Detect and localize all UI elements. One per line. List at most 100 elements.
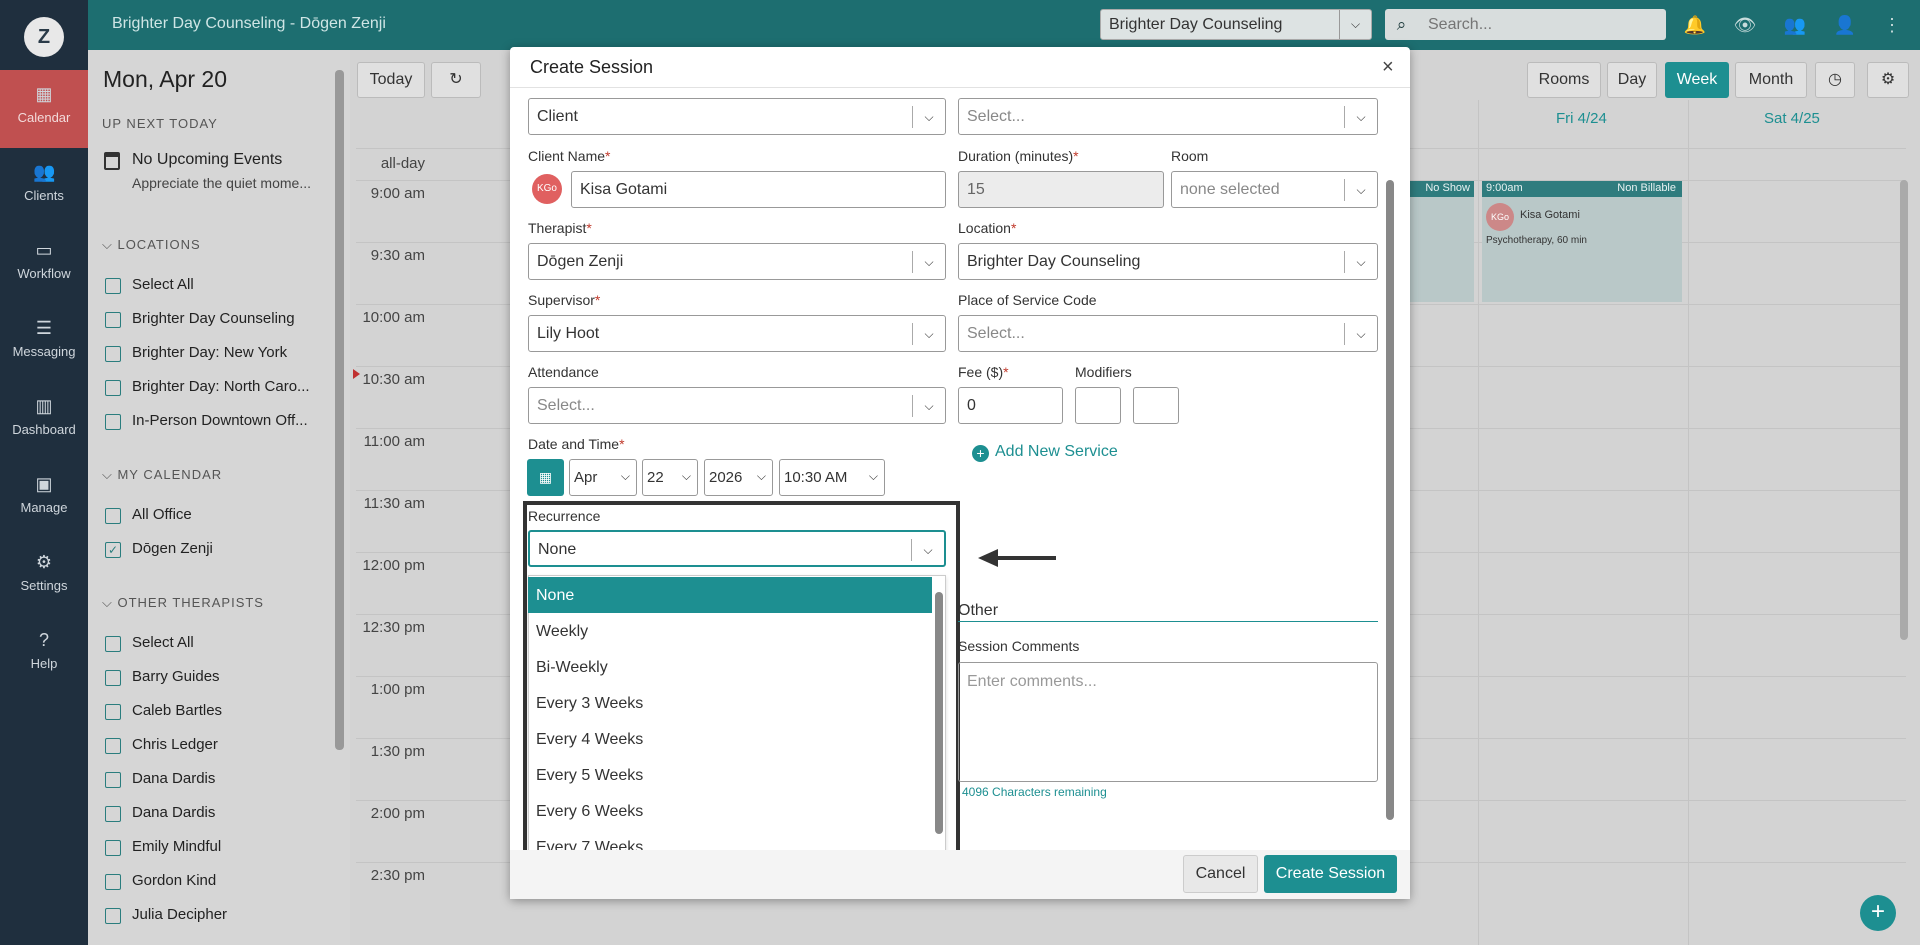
client-name-input[interactable]: Kisa Gotami bbox=[571, 171, 946, 208]
nav-calendar[interactable]: ▦ Calendar bbox=[0, 70, 88, 148]
calendar-icon bbox=[104, 152, 120, 170]
nav-clients[interactable]: 👥 Clients bbox=[0, 148, 88, 226]
fee-input[interactable]: 0 bbox=[958, 387, 1063, 424]
search-icon[interactable]: ⌕ bbox=[1385, 9, 1418, 40]
secondary-select[interactable]: Select... ⌵ bbox=[958, 98, 1378, 135]
pointer-arrow-icon bbox=[978, 549, 1056, 567]
calendar-icon[interactable]: ▦ bbox=[527, 459, 564, 496]
checkbox[interactable] bbox=[105, 414, 121, 430]
comments-textarea[interactable]: Enter comments... bbox=[958, 662, 1378, 782]
checkbox[interactable] bbox=[105, 840, 121, 856]
month-select[interactable]: Apr ⌵ bbox=[569, 459, 637, 496]
checkbox-checked[interactable]: ✓ bbox=[105, 542, 121, 558]
time-select[interactable]: 10:30 AM ⌵ bbox=[779, 459, 885, 496]
add-service-link[interactable]: + Add New Service bbox=[972, 443, 1118, 462]
divider bbox=[958, 621, 1378, 622]
gear-icon[interactable]: ⚙ bbox=[1867, 62, 1909, 98]
time-label: 10:00 am bbox=[362, 309, 425, 326]
recurrence-option[interactable]: None bbox=[528, 577, 932, 613]
modifier-input-1[interactable] bbox=[1075, 387, 1121, 424]
recurrence-option[interactable]: Every 3 Weeks bbox=[528, 685, 932, 721]
checkbox[interactable] bbox=[105, 806, 121, 822]
recurrence-option[interactable]: Weekly bbox=[528, 613, 932, 649]
day-select[interactable]: 22 ⌵ bbox=[642, 459, 698, 496]
checkbox[interactable] bbox=[105, 508, 121, 524]
chevron-down-icon: ⌵ bbox=[1339, 10, 1371, 39]
location-label: Location* bbox=[958, 220, 1017, 236]
nav-help[interactable]: ? Help bbox=[0, 616, 88, 694]
room-select[interactable]: none selected ⌵ bbox=[1171, 171, 1378, 208]
month-button[interactable]: Month bbox=[1735, 62, 1807, 98]
checkbox[interactable] bbox=[105, 908, 121, 924]
modifier-input-2[interactable] bbox=[1133, 387, 1179, 424]
refresh-icon[interactable]: ↻ bbox=[431, 62, 481, 98]
calendar-event[interactable]: 9:00am Non Billable KGo Kisa Gotami Psyc… bbox=[1482, 181, 1682, 302]
checkbox[interactable] bbox=[105, 346, 121, 362]
practice-select[interactable]: Brighter Day Counseling ⌵ bbox=[1100, 9, 1372, 40]
calendar-event[interactable]: No Show bbox=[1408, 181, 1474, 302]
group-icon[interactable]: 👥 bbox=[1783, 13, 1807, 37]
eye-icon[interactable]: 👁 bbox=[1733, 13, 1757, 37]
people-icon: 👥 bbox=[33, 162, 56, 182]
day-button[interactable]: Day bbox=[1607, 62, 1657, 98]
duration-input[interactable]: 15 bbox=[958, 171, 1164, 208]
recurrence-select[interactable]: None ⌵ bbox=[528, 530, 946, 567]
year-select[interactable]: 2026 ⌵ bbox=[704, 459, 773, 496]
time-label: 11:30 am bbox=[363, 495, 425, 512]
locations-heading[interactable]: ⌵ LOCATIONS bbox=[102, 237, 201, 253]
recurrence-option[interactable]: Bi-Weekly bbox=[528, 649, 932, 685]
dropdown-scrollbar[interactable] bbox=[935, 592, 943, 834]
search-input[interactable] bbox=[1418, 9, 1666, 40]
therapist-item: Emily Mindful bbox=[132, 838, 222, 855]
create-session-button[interactable]: Create Session bbox=[1264, 855, 1397, 893]
clock-icon[interactable]: ◷ bbox=[1815, 62, 1855, 98]
rooms-button[interactable]: Rooms bbox=[1527, 62, 1601, 98]
time-label: 1:00 pm bbox=[370, 681, 425, 698]
nav-workflow[interactable]: ▭ Workflow bbox=[0, 226, 88, 304]
recurrence-option[interactable]: Every 5 Weeks bbox=[528, 757, 932, 793]
folder-icon: ▭ bbox=[35, 240, 53, 260]
nav-messaging[interactable]: ☰ Messaging bbox=[0, 304, 88, 382]
nav-manage[interactable]: ▣ Manage bbox=[0, 460, 88, 538]
checkbox[interactable] bbox=[105, 670, 121, 686]
pos-select[interactable]: Select... ⌵ bbox=[958, 315, 1378, 352]
today-button[interactable]: Today bbox=[357, 62, 425, 98]
calendar-scrollbar[interactable] bbox=[1900, 180, 1908, 640]
client-type-select[interactable]: Client ⌵ bbox=[528, 98, 946, 135]
question-icon: ? bbox=[38, 630, 49, 650]
location-item: Brighter Day Counseling bbox=[132, 310, 295, 327]
attendance-select[interactable]: Select... ⌵ bbox=[528, 387, 946, 424]
checkbox[interactable] bbox=[105, 772, 121, 788]
location-select[interactable]: Brighter Day Counseling ⌵ bbox=[958, 243, 1378, 280]
bell-icon[interactable]: 🔔 bbox=[1683, 13, 1707, 37]
other-therapists-heading[interactable]: ⌵ OTHER THERAPISTS bbox=[102, 595, 264, 611]
modal-scrollbar[interactable] bbox=[1386, 180, 1394, 820]
more-vertical-icon[interactable]: ⋮ bbox=[1880, 13, 1904, 37]
chevron-down-icon: ⌵ bbox=[1356, 183, 1366, 197]
time-label: 2:30 pm bbox=[370, 867, 425, 884]
checkbox[interactable] bbox=[105, 278, 121, 294]
nav-settings[interactable]: ⚙ Settings bbox=[0, 538, 88, 616]
nav-dashboard[interactable]: ▥ Dashboard bbox=[0, 382, 88, 460]
close-icon[interactable]: × bbox=[1382, 56, 1394, 79]
checkbox[interactable] bbox=[105, 380, 121, 396]
checkbox[interactable] bbox=[105, 738, 121, 754]
cancel-button[interactable]: Cancel bbox=[1183, 855, 1258, 893]
checkbox[interactable] bbox=[105, 874, 121, 890]
week-button[interactable]: Week bbox=[1665, 62, 1729, 98]
add-fab-button[interactable]: + bbox=[1860, 895, 1896, 931]
checkbox[interactable] bbox=[105, 636, 121, 652]
app-logo[interactable]: Z bbox=[24, 17, 64, 57]
therapist-item: Barry Guides bbox=[132, 668, 220, 685]
supervisor-select[interactable]: Lily Hoot ⌵ bbox=[528, 315, 946, 352]
checkbox[interactable] bbox=[105, 312, 121, 328]
recurrence-option[interactable]: Every 4 Weeks bbox=[528, 721, 932, 757]
sidebar-scrollbar[interactable] bbox=[335, 70, 344, 750]
therapist-select[interactable]: Dōgen Zenji ⌵ bbox=[528, 243, 946, 280]
grid-line bbox=[1478, 100, 1479, 945]
recurrence-option[interactable]: Every 6 Weeks bbox=[528, 793, 932, 829]
add-user-icon[interactable]: 👤 bbox=[1833, 13, 1857, 37]
my-calendar-heading[interactable]: ⌵ MY CALENDAR bbox=[102, 467, 222, 483]
time-label: 2:00 pm bbox=[370, 805, 425, 822]
checkbox[interactable] bbox=[105, 704, 121, 720]
